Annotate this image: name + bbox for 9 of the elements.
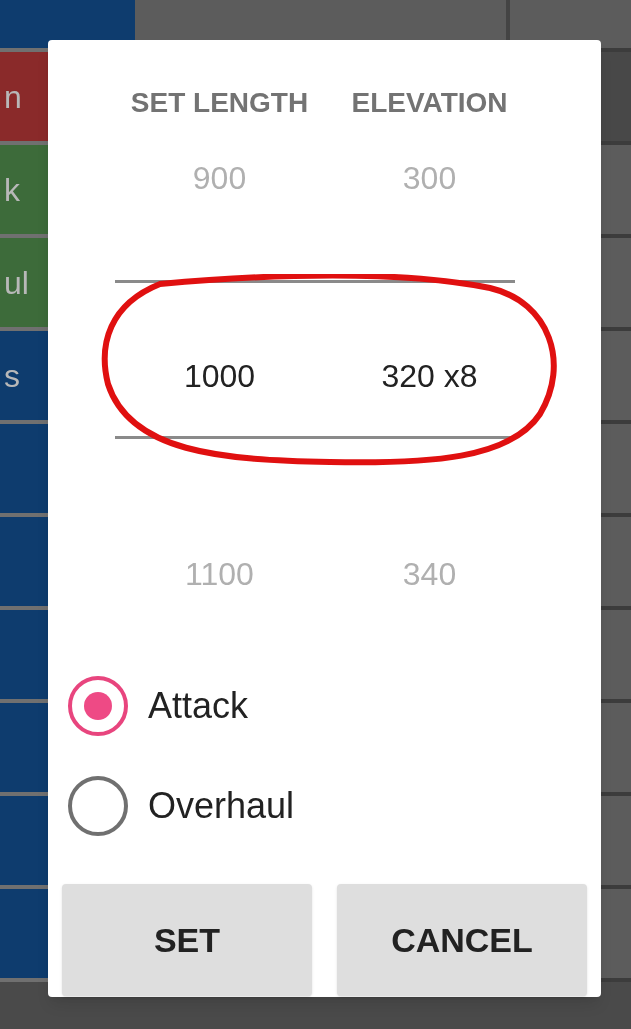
dialog-button[interactable]: CANCEL [337,884,587,996]
picker-selected-value[interactable]: 320 x8 [381,352,478,400]
dialog-button[interactable]: SET [62,884,312,996]
column-heading: ELEVATION [351,86,508,120]
radio-button[interactable] [68,776,128,836]
radio-button[interactable] [68,676,128,736]
picker-selected-value[interactable]: 1000 [183,352,256,400]
radio-option[interactable]: Attack [68,676,601,736]
radio-option[interactable]: Overhaul [68,776,601,836]
